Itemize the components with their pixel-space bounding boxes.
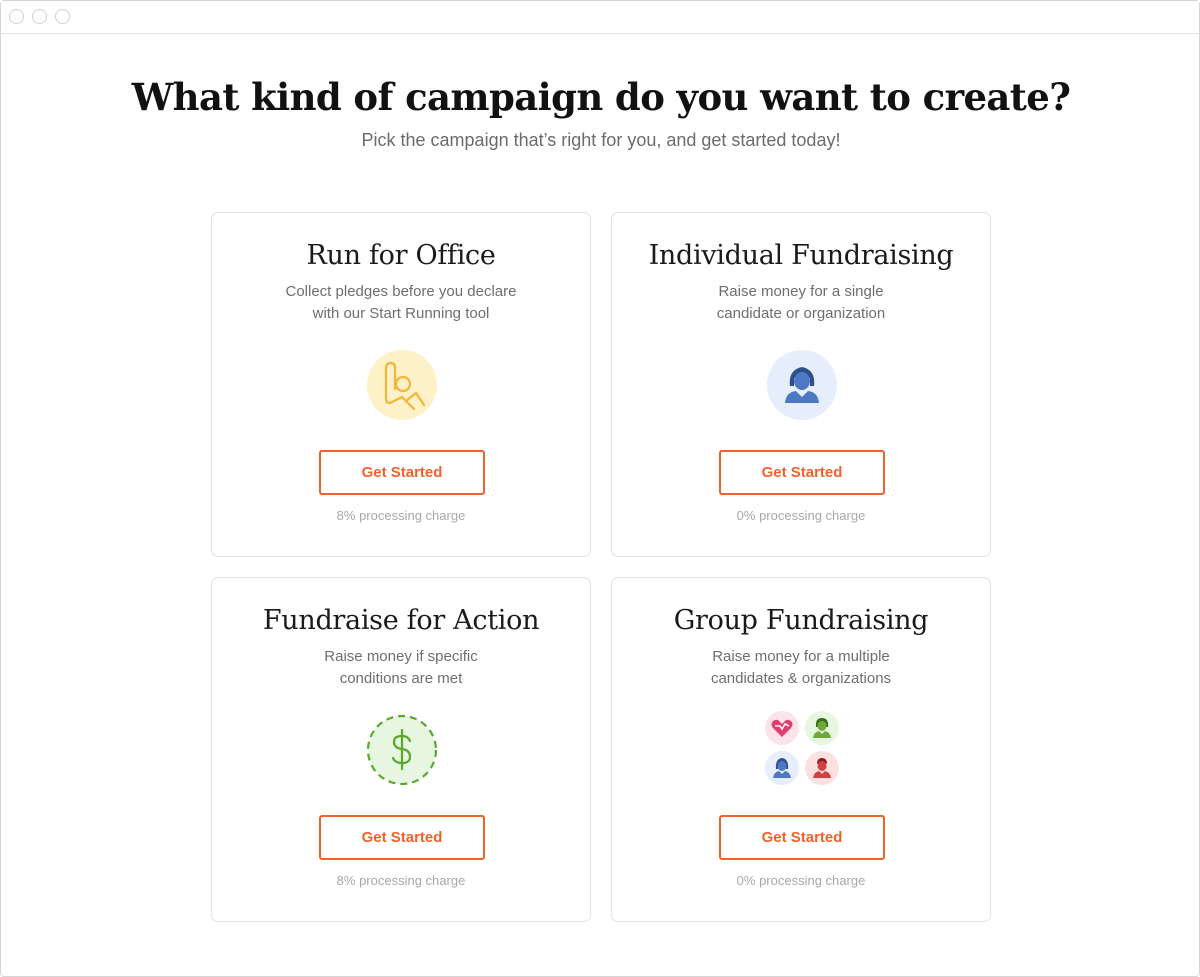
group-icon — [762, 708, 842, 788]
get-started-button[interactable]: Get Started — [319, 450, 485, 495]
card-description-line: Raise money for a single — [718, 283, 884, 300]
maximize-window-button[interactable] — [55, 9, 70, 24]
dollar-icon — [366, 714, 438, 786]
person-icon — [766, 349, 838, 421]
card-description-line: Raise money if specific — [324, 648, 478, 665]
raised-hand-icon — [366, 349, 438, 421]
card-title: Fundraise for Action — [262, 605, 540, 636]
get-started-button[interactable]: Get Started — [319, 815, 485, 860]
get-started-button[interactable]: Get Started — [719, 450, 885, 495]
campaign-card-run-for-office: Run for Office Collect pledges before yo… — [211, 212, 591, 557]
card-description: Raise money for a multiple candidates & … — [662, 646, 940, 690]
card-description-line: Raise money for a multiple — [712, 648, 890, 665]
card-description: Collect pledges before you declare with … — [262, 281, 540, 325]
card-description-line: candidate or organization — [716, 305, 886, 322]
person-green-icon — [804, 710, 840, 746]
card-description: Raise money if specific conditions are m… — [262, 646, 540, 690]
page-subtitle: Pick the campaign that’s right for you, … — [361, 130, 841, 150]
card-description-line: candidates & organizations — [710, 670, 892, 687]
minimize-window-button[interactable] — [32, 9, 47, 24]
card-description: Raise money for a single candidate or or… — [662, 281, 940, 325]
processing-charge: 0% processing charge — [736, 873, 866, 888]
close-window-button[interactable] — [9, 9, 24, 24]
card-title: Run for Office — [306, 240, 496, 271]
get-started-button[interactable]: Get Started — [719, 815, 885, 860]
processing-charge: 0% processing charge — [736, 508, 866, 523]
card-description-line: conditions are met — [339, 670, 463, 687]
campaign-card-individual-fundraising: Individual Fundraising Raise money for a… — [611, 212, 991, 557]
page-title: What kind of campaign do you want to cre… — [131, 75, 1071, 119]
heart-icon — [764, 710, 800, 746]
campaign-card-fundraise-for-action: Fundraise for Action Raise money if spec… — [211, 577, 591, 922]
processing-charge: 8% processing charge — [336, 873, 466, 888]
person-red-icon — [804, 750, 840, 786]
card-title: Individual Fundraising — [648, 240, 954, 271]
window-titlebar — [1, 1, 1199, 34]
processing-charge: 8% processing charge — [336, 508, 466, 523]
card-description-line: with our Start Running tool — [312, 305, 490, 322]
card-description-line: Collect pledges before you declare — [285, 283, 517, 300]
person-blue-icon — [764, 750, 800, 786]
browser-window: What kind of campaign do you want to cre… — [0, 0, 1200, 977]
card-title: Group Fundraising — [673, 605, 929, 636]
campaign-card-group-fundraising: Group Fundraising Raise money for a mult… — [611, 577, 991, 922]
